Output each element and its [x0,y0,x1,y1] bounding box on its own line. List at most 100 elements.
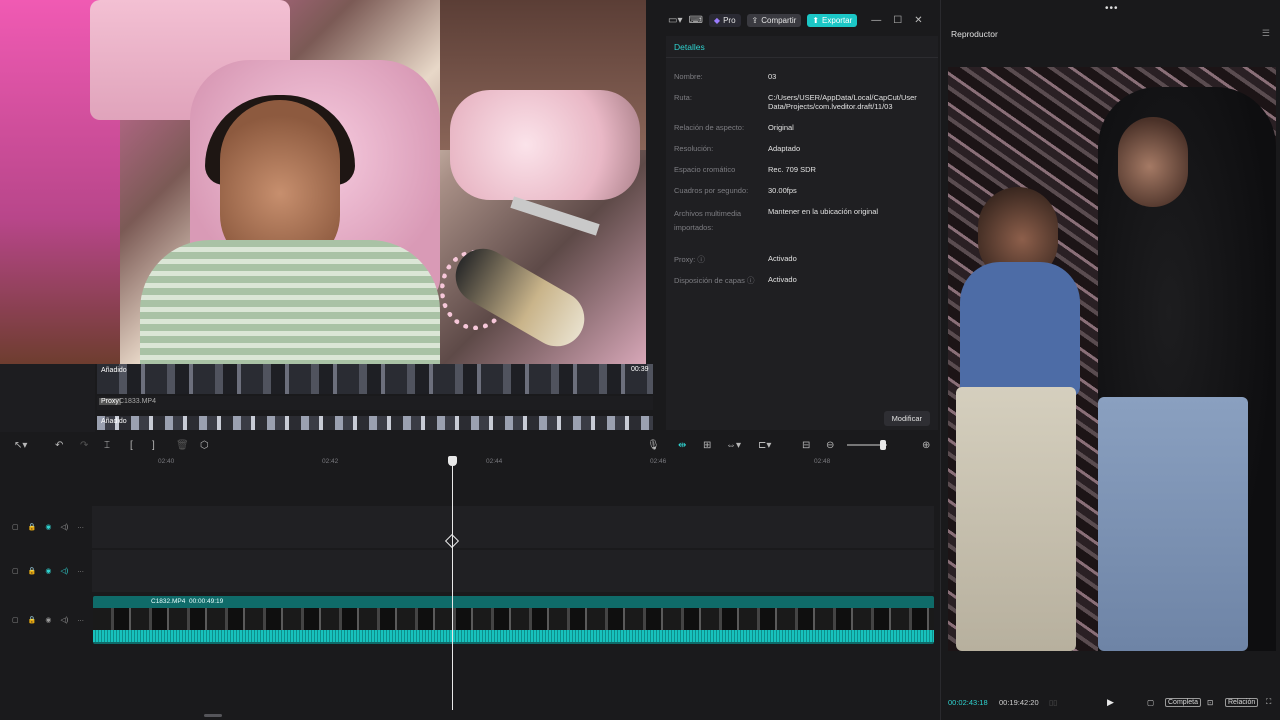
zoom-fit-icon[interactable]: ⊡ [1207,698,1213,707]
select-arrow-icon[interactable]: ↖▾ [14,440,27,451]
menu-icon[interactable]: ☰ [1262,28,1270,39]
pro-diamond-icon: ◆ [713,15,721,25]
split-icon[interactable]: ⌶ [104,440,110,451]
crop-icon[interactable]: ▢ [1147,698,1154,707]
caption-icon[interactable]: ⊏▾ [758,440,771,451]
detail-row-path: Ruta: C:/Users/USER/AppData/Local/CapCut/… [674,93,917,112]
playhead[interactable] [444,456,460,710]
track-controls-2: ▢ 🔒 ◉ ◁)… [12,567,84,575]
details-panel: Detalles Nombre: 03 Ruta: C:/Users/USER/Ap… [666,36,938,430]
more-icon[interactable]: … [77,567,84,575]
media-info-row: Proxy C1833.MP4 [97,396,653,410]
marker-icon[interactable]: ⬡ [200,440,209,451]
webcam-overlay [0,0,646,364]
lock-icon[interactable]: 🔒 [28,616,37,624]
clip-thumbnails [93,608,934,630]
webcam-toys [450,90,640,200]
media-file-name: C1833.MP4 [119,398,156,405]
close-icon[interactable]: ✕ [914,15,922,26]
playhead-handle[interactable] [448,456,457,466]
trim-left-icon[interactable]: [ [130,440,133,451]
detail-row-layers: Disposición de capas ⓘ Activado [674,275,797,285]
clip-label: C1832.MP4 00:00:49:19 [151,598,223,605]
more-icon[interactable]: … [77,523,84,531]
thumbnail-icon[interactable]: ⊟ [802,440,810,451]
ruler-tick: 02:42 [322,458,339,465]
current-timecode: 00:02:43:18 [948,697,988,707]
audio-icon[interactable]: ◁) [60,523,68,531]
layout-icon[interactable]: ▭▾ [668,15,682,26]
export-label: Exportar [822,15,853,25]
media-thumb-strip-2[interactable] [97,416,653,430]
track-type-icon: ▢ [12,524,19,531]
proxy-badge: Proxy [99,398,121,405]
eye-icon[interactable]: ◉ [45,616,51,624]
ruler-tick: 02:46 [650,458,667,465]
duration-timecode: 00:19:42:20 [999,697,1039,707]
detail-row-media: Archivos multimedia importados: Mantener … [674,207,879,232]
eye-icon[interactable]: ◉ [45,567,51,575]
ratio-button[interactable]: Relación [1225,697,1259,707]
top-bar: ▭▾ ⌨ ◆ Pro ⇪ Compartir ⬆ Exportar — ☐ ✕ [646,8,940,32]
webcam-shirt [140,240,440,364]
share-icon: ⇪ [751,15,759,25]
fullscreen-icon[interactable]: ⛶ [1266,697,1271,707]
clip-time-badge: 00:39 [631,366,649,373]
ruler-tick: 02:48 [814,458,831,465]
zoom-in-icon[interactable]: ⊕ [922,440,930,451]
audio-icon[interactable]: ◁) [60,567,68,575]
link-icon[interactable]: ⇹ [678,440,686,451]
delete-icon[interactable]: 🗑 [176,440,189,451]
detail-row-fps: Cuadros por segundo: 30.00fps [674,186,797,195]
detail-row-colorspace: Espacio cromático Rec. 709 SDR [674,165,816,174]
track-type-icon: ▢ [12,617,19,624]
added-badge-2: Añadido [101,418,127,425]
track-lane-1[interactable] [92,506,934,548]
clip-waveform [93,630,934,642]
mic-icon[interactable]: 🎙 [647,440,660,451]
clip-duration: 00:00:49:19 [188,598,224,605]
more-icon[interactable]: ••• [1105,3,1119,14]
timeline-ruler[interactable]: 02:40 02:42 02:44 02:46 02:48 [92,455,934,469]
timeline-scrollbar[interactable] [204,714,222,717]
webcam-microphone [430,196,600,360]
export-button[interactable]: ⬆ Exportar [807,13,858,27]
snap-icon[interactable]: ⊞ [703,440,711,451]
maximize-icon[interactable]: ☐ [893,15,902,26]
video-clip[interactable]: C1832.MP4 00:00:49:19 [93,596,934,644]
pro-button[interactable]: ◆ Pro [708,13,741,27]
undo-icon[interactable]: ↶ [55,440,63,451]
lock-icon[interactable]: 🔒 [28,567,37,575]
minimize-icon[interactable]: — [871,15,881,26]
media-thumb-strip[interactable] [97,364,653,394]
more-icon[interactable]: … [77,616,84,624]
media-panel-left [0,364,95,432]
complete-button[interactable]: Completa [1165,697,1201,707]
zoom-slider-handle[interactable] [880,440,886,450]
redo-icon[interactable]: ↷ [80,440,88,451]
share-button[interactable]: ⇪ Compartir [746,13,802,27]
eye-icon[interactable]: ◉ [45,523,51,531]
zoom-out-icon[interactable]: ⊖ [826,440,834,451]
export-icon: ⬆ [812,15,820,25]
detail-row-resolution: Resolución: Adaptado [674,144,801,153]
timecode-separator-icon: ▯▯ [1049,697,1058,707]
track-lane-2[interactable] [92,550,934,592]
audio-icon[interactable]: ◁) [60,616,68,624]
ruler-tick: 02:40 [158,458,175,465]
play-icon[interactable]: ▶ [1107,697,1114,708]
details-header[interactable]: Detalles [666,36,938,58]
track-controls-main: ▢ 🔒 ◉ ◁) … [12,616,84,624]
keyboard-icon[interactable]: ⌨ [688,15,702,26]
video-preview[interactable] [948,67,1276,651]
track-controls-1: ▢ 🔒 ◉ ◁) … [12,523,84,531]
detail-row-proxy: Proxy: ⓘ Activado [674,254,797,264]
player-controls: 00:02:43:18 00:19:42:20 ▯▯ ▶ ▢ Completa … [941,694,1280,710]
lock-icon[interactable]: 🔒 [28,523,37,531]
timeline-toolbar: ↖▾ ↶ ↷ ⌶ [ ] 🗑 ⬡ 🎙 ⇹ ⊞ ⇔▾ ⊏▾ ⊟ ⊖ ⊕ [0,437,940,453]
pro-label: Pro [723,15,736,25]
share-label: Compartir [761,15,797,25]
preview-axis-icon[interactable]: ⇔▾ [726,440,741,451]
trim-right-icon[interactable]: ] [152,440,155,451]
modify-button[interactable]: Modificar [883,411,930,426]
